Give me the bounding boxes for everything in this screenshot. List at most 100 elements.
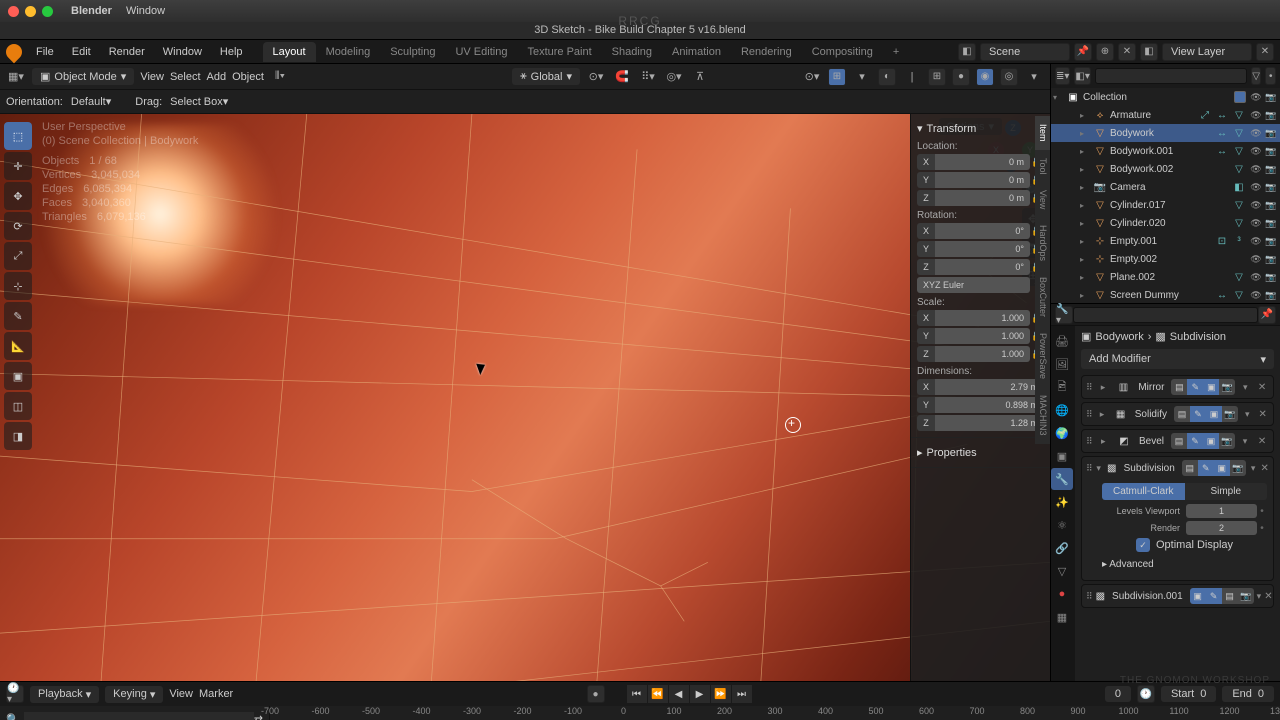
mod-oncage-icon[interactable]: ▤ xyxy=(1171,433,1187,449)
outliner-item[interactable]: ▸▽Cylinder.017▽👁📷 xyxy=(1051,196,1280,214)
tl-view[interactable]: View xyxy=(169,688,193,700)
outliner-item[interactable]: ▸⟡Armature⤢↔▽👁📷 xyxy=(1051,106,1280,124)
optimal-check[interactable]: ✓ xyxy=(1136,538,1150,552)
blender-logo-icon[interactable] xyxy=(3,40,26,63)
eye-icon[interactable]: 👁 xyxy=(1249,252,1263,266)
workspace-texpaint[interactable]: Texture Paint xyxy=(517,42,601,62)
workspace-add[interactable]: + xyxy=(883,42,909,62)
mod-realtime-icon[interactable]: ▣ xyxy=(1206,406,1222,422)
render-shading-icon[interactable]: ◎ xyxy=(1000,68,1018,86)
tool-extra1[interactable]: ◫ xyxy=(4,392,32,420)
props-type-icon[interactable]: 🔧▾ xyxy=(1055,306,1073,324)
mod-delete-icon[interactable]: ✕ xyxy=(1264,591,1272,602)
next-key-icon[interactable]: ⏩ xyxy=(711,685,731,703)
levels-render[interactable]: 2 xyxy=(1186,521,1257,535)
mac-app-name[interactable]: Blender xyxy=(71,5,112,17)
overlay-active-icon[interactable]: ⊞ xyxy=(828,68,846,86)
outliner-item[interactable]: ▸▽Bodywork.001↔▽👁📷 xyxy=(1051,142,1280,160)
props-pin-icon[interactable]: 📌 xyxy=(1258,306,1276,324)
preview-range-icon[interactable]: 🕐 xyxy=(1137,685,1155,703)
render-tog-icon[interactable]: 📷 xyxy=(1264,126,1278,140)
loc-x[interactable]: 0 m xyxy=(935,154,1030,170)
tab-physics[interactable]: ⚛ xyxy=(1051,514,1073,536)
mod-edit-icon[interactable]: ✎ xyxy=(1198,460,1214,476)
mod-cage-icon[interactable]: ▤ xyxy=(1222,588,1238,604)
outliner-item[interactable]: ▸⊹Empty.001⊡³👁📷 xyxy=(1051,232,1280,250)
render-tog-icon[interactable]: 📷 xyxy=(1264,216,1278,230)
mod-name[interactable]: Bevel xyxy=(1135,436,1168,447)
render-tog-icon[interactable]: 📷 xyxy=(1264,90,1278,104)
advanced-toggle[interactable]: ▸ Advanced xyxy=(1102,555,1267,574)
workspace-compositing[interactable]: Compositing xyxy=(802,42,883,62)
xray-icon[interactable]: ▾ xyxy=(852,67,872,87)
outliner-item[interactable]: ▸▽Plane.002▽👁📷 xyxy=(1051,268,1280,286)
grip-icon[interactable]: ⠿ xyxy=(1086,436,1098,447)
ntab-hardops[interactable]: HardOps xyxy=(1035,217,1050,269)
eye-icon[interactable]: 👁 xyxy=(1249,198,1263,212)
rot-z[interactable]: 0° xyxy=(935,259,1030,275)
render-tog-icon[interactable]: 📷 xyxy=(1264,180,1278,194)
overlays-toggle-icon[interactable]: ⊙▾ xyxy=(802,67,822,87)
mod-realtime-icon[interactable]: ▣ xyxy=(1203,379,1219,395)
ntab-tool[interactable]: Tool xyxy=(1035,150,1050,183)
newcol-icon[interactable]: • xyxy=(1265,67,1276,85)
wire-shading-icon[interactable]: ⊞ xyxy=(928,68,946,86)
render-tog-icon[interactable]: 📷 xyxy=(1264,252,1278,266)
dim-y[interactable]: 0.898 m xyxy=(935,397,1044,413)
tl-marker[interactable]: Marker xyxy=(199,688,233,700)
tool-select-box[interactable]: ⬚ xyxy=(4,122,32,150)
workspace-rendering[interactable]: Rendering xyxy=(731,42,802,62)
mod-edit-icon[interactable]: ✎ xyxy=(1187,433,1203,449)
mod-render-icon[interactable]: 📷 xyxy=(1238,588,1254,604)
mod-name[interactable]: Subdivision.001 xyxy=(1108,591,1187,602)
tool-rotate[interactable]: ⟳ xyxy=(4,212,32,240)
loc-z[interactable]: 0 m xyxy=(935,190,1030,206)
eye-icon[interactable]: 👁 xyxy=(1249,180,1263,194)
tab-modifiers[interactable]: 🔧 xyxy=(1051,468,1073,490)
eye-icon[interactable]: 👁 xyxy=(1249,234,1263,248)
scene-new-icon[interactable]: ⊕ xyxy=(1096,43,1114,61)
tab-viewlayer[interactable]: 🖻 xyxy=(1051,376,1073,398)
matprev-shading-icon[interactable]: ◉ xyxy=(976,68,994,86)
workspace-uv[interactable]: UV Editing xyxy=(445,42,517,62)
render-tog-icon[interactable]: 📷 xyxy=(1264,162,1278,176)
snap-mode-icon[interactable]: ⠿▾ xyxy=(638,67,658,87)
subdiv-catmull[interactable]: Catmull-Clark xyxy=(1102,483,1185,500)
solid-shading-icon[interactable]: ● xyxy=(952,68,970,86)
mod-menu-icon[interactable]: ▾ xyxy=(1238,382,1252,393)
add-modifier-button[interactable]: Add Modifier▾ xyxy=(1081,349,1274,369)
tl-playback[interactable]: Playback▾ xyxy=(30,686,99,703)
scl-z[interactable]: 1.000 xyxy=(935,346,1030,362)
mod-delete-icon[interactable]: ✕ xyxy=(1256,409,1269,420)
eye-icon[interactable]: 👁 xyxy=(1249,90,1263,104)
mod-menu-icon[interactable]: ▾ xyxy=(1249,463,1258,474)
mod-delete-icon[interactable]: ✕ xyxy=(1255,382,1269,393)
eye-icon[interactable]: 👁 xyxy=(1249,216,1263,230)
vp-menu-select[interactable]: Select xyxy=(170,71,201,83)
autokey-icon[interactable]: ● xyxy=(587,685,605,703)
tab-texture[interactable]: ▦ xyxy=(1051,606,1073,628)
viewlayer-field[interactable]: View Layer xyxy=(1162,43,1252,61)
tab-world[interactable]: 🌍 xyxy=(1051,422,1073,444)
mod-render-icon[interactable]: 📷 xyxy=(1219,433,1235,449)
mod-oncage-icon[interactable]: ▤ xyxy=(1182,460,1198,476)
workspace-layout[interactable]: Layout xyxy=(263,42,316,62)
layer-del-icon[interactable]: ✕ xyxy=(1256,43,1274,61)
mac-menu-window[interactable]: Window xyxy=(126,5,165,17)
tool-addcube[interactable]: ▣ xyxy=(4,362,32,390)
dim-x[interactable]: 2.79 m xyxy=(935,379,1044,395)
viewport-canvas[interactable]: ⬚ ✛ ✥ ⟳ ⤢ ⊹ ✎ 📐 ▣ ◫ ◨ User Perspective (… xyxy=(0,114,1050,681)
current-frame[interactable]: 0 xyxy=(1105,686,1131,702)
ntab-boxcutter[interactable]: BoxCutter xyxy=(1035,269,1050,325)
scene-del-icon[interactable]: ✕ xyxy=(1118,43,1136,61)
pivot-icon[interactable]: ⊙▾ xyxy=(586,67,606,87)
mod-name[interactable]: Subdivision xyxy=(1120,463,1179,474)
outliner-display-icon[interactable]: ◧▾ xyxy=(1074,67,1090,85)
mod-edit-icon[interactable]: ✎ xyxy=(1190,406,1206,422)
grip-icon[interactable]: ⠿ xyxy=(1086,591,1093,602)
dim-z[interactable]: 1.28 m xyxy=(935,415,1044,431)
outliner-item[interactable]: ▸▽Bodywork.002▽👁📷 xyxy=(1051,160,1280,178)
ntab-powersave[interactable]: PowerSave xyxy=(1035,325,1050,387)
tool-move[interactable]: ✥ xyxy=(4,182,32,210)
scene-pin-icon[interactable]: 📌 xyxy=(1074,43,1092,61)
